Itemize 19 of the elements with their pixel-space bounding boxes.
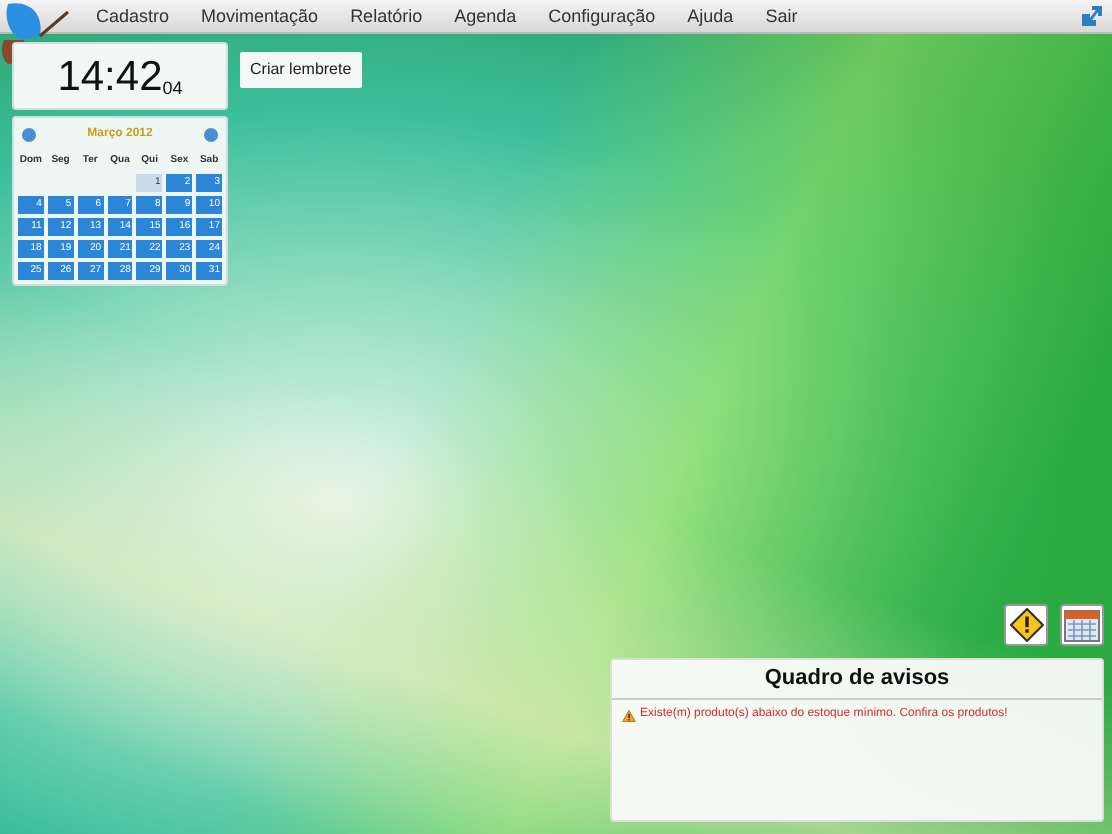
menu-item[interactable]: Cadastro [80, 7, 186, 25]
calendar-icon [1064, 608, 1100, 642]
notice-board-title: Quadro de avisos [764, 664, 950, 695]
clock-seconds: 04 [162, 80, 183, 98]
menu-item[interactable]: Movimentação [185, 7, 335, 25]
previous-month-button[interactable] [22, 127, 36, 141]
clock-time: 14:42 [57, 56, 163, 98]
warning-button[interactable] [1004, 604, 1048, 646]
menu-item[interactable]: Ajuda [671, 7, 750, 25]
warning-diamond-icon [1009, 608, 1043, 642]
menu-item[interactable]: Relatório [334, 7, 439, 25]
warning-icon [622, 709, 636, 721]
menu-item[interactable]: Agenda [438, 7, 533, 25]
arrow-icon[interactable] [1080, 4, 1104, 28]
calendar-button[interactable] [1060, 604, 1104, 646]
menu-item[interactable]: Configuração [532, 7, 672, 25]
create-reminder-button[interactable]: Criar lembrete [240, 52, 362, 88]
menu-item[interactable]: Sair [749, 7, 814, 25]
next-month-button[interactable] [204, 127, 218, 141]
